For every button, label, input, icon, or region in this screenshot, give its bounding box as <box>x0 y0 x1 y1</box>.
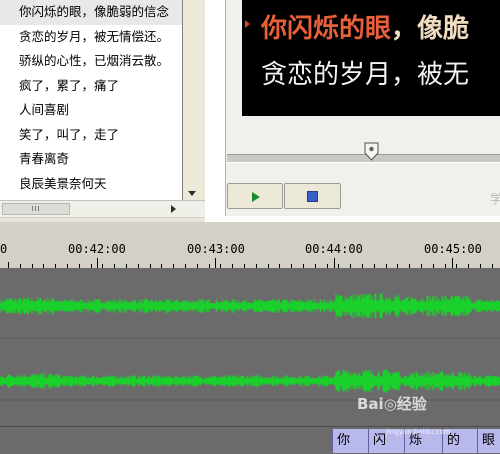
vertical-scrollbar[interactable] <box>183 0 205 200</box>
syllable-block[interactable]: 闪 <box>368 429 386 453</box>
stop-icon <box>307 191 318 202</box>
lyric-line[interactable]: 疯了，累了，痛了 <box>0 74 182 99</box>
watermark: Bai◎经验 <box>357 395 427 413</box>
lyrics-panel: 你闪烁的眼，像脆弱的信念 贪恋的岁月，被无情偿还。 骄纵的心性，已烟消云散。 疯… <box>0 0 205 222</box>
timeline-label: 00:42:00 <box>68 242 126 256</box>
horizontal-scroll-thumb[interactable]: III <box>2 203 70 215</box>
karaoke-unsung-text: ，像脆 <box>391 14 470 44</box>
play-button[interactable] <box>227 183 283 209</box>
lyric-line[interactable]: 你闪烁的眼，像脆弱的信念 <box>0 0 182 25</box>
karaoke-preview: 你闪烁的眼，像脆 贪恋的岁月，被无 <box>242 0 500 116</box>
horizontal-scrollbar[interactable]: III <box>0 200 205 217</box>
panel-edge <box>0 218 205 222</box>
timeline-major-tick <box>334 258 335 268</box>
syllable-block[interactable]: 你 <box>332 429 350 453</box>
waveform-channel-left <box>0 293 500 319</box>
timeline-ruler[interactable]: 0 00:42:00 00:43:00 00:44:00 00:45:00 <box>0 228 500 268</box>
scroll-down-arrow-icon[interactable] <box>188 191 196 196</box>
lyric-line[interactable]: 良辰美景奈何天 <box>0 172 182 197</box>
timeline-major-tick <box>215 258 216 268</box>
lyrics-list[interactable]: 你闪烁的眼，像脆弱的信念 贪恋的岁月，被无情偿还。 骄纵的心性，已烟消云散。 疯… <box>0 0 183 200</box>
lyric-line[interactable]: 贪恋的岁月，被无情偿还。 <box>0 25 182 50</box>
scroll-right-arrow-icon[interactable] <box>171 205 176 213</box>
timeline-label-partial: 0 <box>0 242 8 256</box>
watermark-url: jingyan.baidu.com <box>386 428 451 436</box>
timeline-label: 00:44:00 <box>305 242 363 256</box>
seek-slider-thumb[interactable] <box>364 142 379 161</box>
current-line-marker-icon <box>245 20 250 28</box>
karaoke-sung-text: 你闪烁的眼 <box>261 14 392 44</box>
lyric-line[interactable]: 骄纵的心性，已烟消云散。 <box>0 49 182 74</box>
karaoke-line-next: 贪恋的岁月，被无 <box>261 60 470 90</box>
lyric-line[interactable]: 笑了，叫了，走了 <box>0 123 182 148</box>
lyric-line[interactable]: 青春离奇 <box>0 147 182 172</box>
syllable-block[interactable]: 眼 <box>477 429 495 453</box>
play-icon <box>252 192 260 202</box>
timeline-label: 00:45:00 <box>424 242 482 256</box>
timeline-major-tick <box>97 258 98 268</box>
clipped-label: 学 <box>490 192 500 206</box>
karaoke-line-current: 你闪烁的眼，像脆 <box>261 8 469 45</box>
timeline-major-tick <box>452 258 453 268</box>
lyric-line[interactable]: 人间喜剧 <box>0 98 182 123</box>
stop-button[interactable] <box>284 183 341 209</box>
waveform-channel-right <box>0 369 500 393</box>
timeline-label: 00:43:00 <box>187 242 245 256</box>
